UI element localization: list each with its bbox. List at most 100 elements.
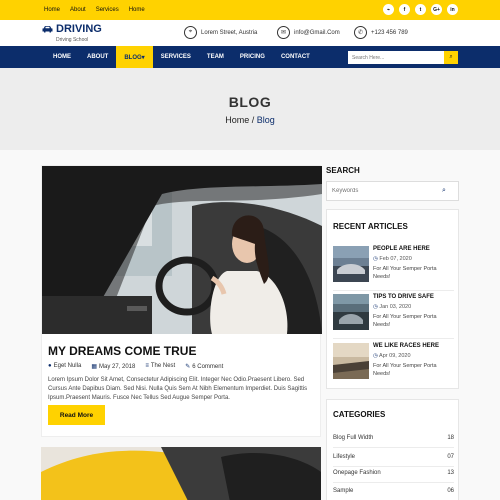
recent-article[interactable]: PEOPLE ARE HERE ◷ Feb 07, 2020 For All Y… xyxy=(333,246,454,288)
topnav-home-2[interactable]: Home xyxy=(129,7,145,13)
category-name[interactable]: Blog Full Width xyxy=(333,435,373,441)
category-count: 06 xyxy=(447,488,454,494)
logo-title: DRIVING xyxy=(56,23,102,35)
recent-article-title[interactable]: WE LIKE RACES HERE xyxy=(373,343,439,349)
topnav-home[interactable]: Home xyxy=(44,7,60,13)
facebook-icon[interactable]: f xyxy=(399,4,410,15)
nav-home[interactable]: HOME xyxy=(45,46,79,68)
recent-article-title[interactable]: TIPS TO DRIVE SAFE xyxy=(373,294,434,300)
recent-articles-panel: RECENT ARTICLES PEOPLE ARE HERE ◷ Feb 07… xyxy=(326,209,459,389)
post-author-name[interactable]: Eget Nulla xyxy=(54,363,82,369)
recent-article-thumb[interactable] xyxy=(333,343,369,379)
clock-icon: ◷ xyxy=(373,256,378,262)
nav-blog[interactable]: BLOG▾ xyxy=(116,46,153,68)
post-meta: ● Eget Nulla ▦ May 27, 2018 ≡ The Nest ✎ 6 C… xyxy=(48,363,223,370)
category-item[interactable]: Lifestyle 07 xyxy=(333,450,454,464)
recent-article-title[interactable]: PEOPLE ARE HERE xyxy=(373,246,430,252)
post-comments-text[interactable]: 6 Comment xyxy=(192,364,223,370)
category-item[interactable]: Sample 06 xyxy=(333,484,454,498)
post-excerpt: Lorem Ipsum Dolor Sit Amet, Consectetur … xyxy=(48,377,308,401)
phone-info: ✆ +123 456 789 xyxy=(354,26,408,39)
breadcrumb-current: Blog xyxy=(256,115,275,125)
search-icon[interactable]: ⌕ xyxy=(444,51,458,64)
sidebar-search-heading: SEARCH xyxy=(326,166,360,175)
recent-articles-heading: RECENT ARTICLES xyxy=(333,222,408,231)
recent-article-thumb[interactable] xyxy=(333,246,369,282)
location-text: Lorem Street, Austria xyxy=(201,29,258,36)
top-nav: Home About Services Home xyxy=(44,0,145,20)
site-header: DRIVING Driving School ⌖ Lorem Street, A… xyxy=(0,20,500,46)
category-item[interactable]: Onepage Fashion 13 xyxy=(333,466,454,480)
post-comments: ✎ 6 Comment xyxy=(185,363,223,370)
blog-post-card: MY DREAMS COME TRUE ● Eget Nulla ▦ May 27,… xyxy=(41,165,322,437)
divider xyxy=(333,290,454,291)
breadcrumb: Home / Blog xyxy=(0,115,500,125)
search-icon[interactable]: ⌕ xyxy=(442,187,446,195)
divider xyxy=(333,482,454,483)
post-image[interactable] xyxy=(42,166,322,334)
social-links: ⌁ f t G+ in xyxy=(383,4,458,15)
phone-icon: ✆ xyxy=(354,26,367,39)
categories-heading: CATEGORIES xyxy=(333,410,386,419)
twitter-icon[interactable]: t xyxy=(415,4,426,15)
recent-article-date-text: Jan 03, 2020 xyxy=(379,304,412,310)
page-title: BLOG xyxy=(228,94,272,110)
page-banner: BLOG Home / Blog xyxy=(0,68,500,150)
recent-article[interactable]: WE LIKE RACES HERE ◷ Apr 09, 2020 For Al… xyxy=(333,343,454,385)
nav-services[interactable]: SERVICES xyxy=(153,46,199,68)
nav-search-input[interactable] xyxy=(348,51,444,64)
phone-text[interactable]: +123 456 789 xyxy=(371,30,408,36)
divider xyxy=(333,338,454,339)
topnav-about[interactable]: About xyxy=(70,7,86,13)
recent-article-thumb[interactable] xyxy=(333,294,369,330)
post-category: ≡ The Nest xyxy=(145,363,175,370)
recent-article-date: ◷ Feb 07, 2020 xyxy=(373,256,412,262)
recent-article[interactable]: TIPS TO DRIVE SAFE ◷ Jan 03, 2020 For Al… xyxy=(333,294,454,336)
post-date-text: May 27, 2018 xyxy=(98,364,136,370)
categories-panel: CATEGORIES Blog Full Width 18 Lifestyle 07… xyxy=(326,399,459,500)
nav-search: ⌕ xyxy=(348,51,458,64)
post-date: ▦ May 27, 2018 xyxy=(91,363,135,370)
category-name[interactable]: Sample xyxy=(333,488,353,494)
recent-article-date: ◷ Apr 09, 2020 xyxy=(373,353,411,359)
category-item[interactable]: Blog Full Width 18 xyxy=(333,431,454,445)
breadcrumb-home[interactable]: Home xyxy=(225,115,249,125)
read-more-button[interactable]: Read More xyxy=(48,405,105,425)
post-author: ● Eget Nulla xyxy=(48,363,81,370)
blog-post-card-2 xyxy=(41,447,321,500)
user-icon: ● xyxy=(48,363,52,369)
category-count: 07 xyxy=(447,454,454,460)
comment-icon: ✎ xyxy=(185,364,191,370)
recent-article-date: ◷ Jan 03, 2020 xyxy=(373,304,411,310)
post-category-text[interactable]: The Nest xyxy=(151,363,175,369)
recent-article-text: For All Your Semper Porta Needs! xyxy=(373,266,437,280)
category-name[interactable]: Lifestyle xyxy=(333,454,355,460)
car-icon xyxy=(42,26,53,33)
post-title[interactable]: MY DREAMS COME TRUE xyxy=(48,344,196,358)
rss-icon[interactable]: ⌁ xyxy=(383,4,394,15)
menu-icon: ≡ xyxy=(145,363,149,369)
recent-article-text: For All Your Semper Porta Needs! xyxy=(373,314,437,328)
category-count: 18 xyxy=(447,435,454,441)
email-info: ✉ info@Gmail.Com xyxy=(277,26,340,39)
clock-icon: ◷ xyxy=(373,304,378,310)
breadcrumb-separator: / xyxy=(249,115,257,125)
nav-team[interactable]: TEAM xyxy=(199,46,232,68)
recent-article-date-text: Feb 07, 2020 xyxy=(379,256,412,262)
main-nav: HOME ABOUT BLOG▾ SERVICES TEAM PRICING C… xyxy=(0,46,500,68)
email-text[interactable]: info@Gmail.Com xyxy=(294,30,340,36)
nav-contact[interactable]: CONTACT xyxy=(273,46,318,68)
sidebar-search: ⌕ xyxy=(326,181,459,201)
google-plus-icon[interactable]: G+ xyxy=(431,4,442,15)
post-image-2[interactable] xyxy=(41,447,321,500)
topnav-services[interactable]: Services xyxy=(96,7,119,13)
nav-pricing[interactable]: PRICING xyxy=(232,46,273,68)
mail-icon: ✉ xyxy=(277,26,290,39)
category-count: 13 xyxy=(447,470,454,476)
nav-about[interactable]: ABOUT xyxy=(79,46,116,68)
clock-icon: ◷ xyxy=(373,353,378,359)
linkedin-icon[interactable]: in xyxy=(447,4,458,15)
category-name[interactable]: Onepage Fashion xyxy=(333,470,381,476)
sidebar-search-input[interactable] xyxy=(327,183,442,199)
logo-subtitle: Driving School xyxy=(56,37,89,43)
